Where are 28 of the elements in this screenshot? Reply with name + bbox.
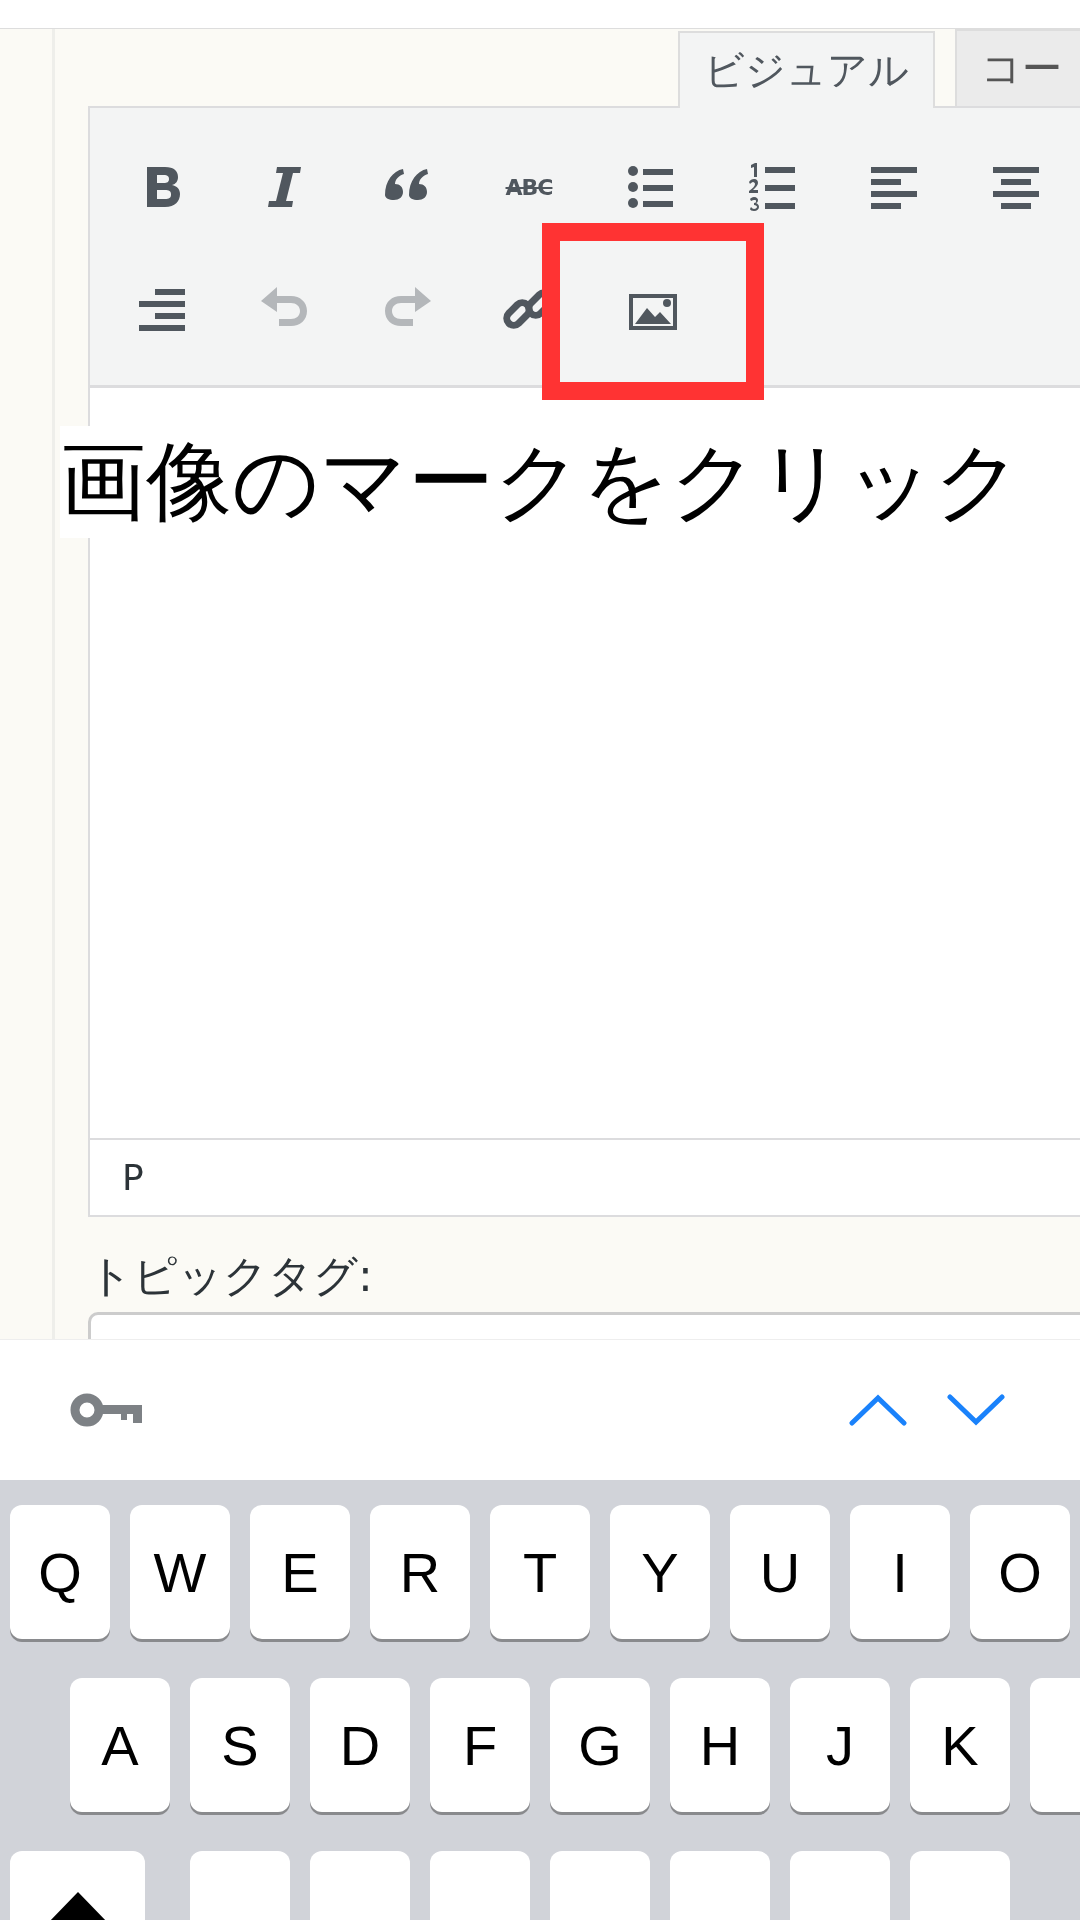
key-icon[interactable]	[70, 1393, 142, 1427]
key[interactable]: K	[910, 1678, 1010, 1812]
editor-tab[interactable]: コー	[955, 29, 1080, 106]
key[interactable]: Y	[610, 1505, 710, 1639]
field-label: トピックタグ:	[88, 1249, 374, 1303]
key[interactable]: J	[790, 1678, 890, 1812]
element-path[interactable]: P	[122, 1157, 144, 1198]
key[interactable]: E	[250, 1505, 350, 1639]
strikethrough-icon: ABC	[505, 174, 553, 200]
key[interactable]: A	[70, 1678, 170, 1812]
highlighted-toolbar-button[interactable]	[542, 223, 764, 400]
tag-input-field[interactable]	[88, 1312, 1080, 1339]
toolbar-button[interactable]: ABC	[468, 126, 590, 248]
key[interactable]: G	[550, 1678, 650, 1812]
key[interactable]: U	[730, 1505, 830, 1639]
key[interactable]: W	[130, 1505, 230, 1639]
chevron-down-icon	[947, 1394, 1005, 1426]
key[interactable]: H	[670, 1678, 770, 1812]
chevron-up-icon	[849, 1394, 907, 1426]
key[interactable]: D	[310, 1678, 410, 1812]
key[interactable]: R	[370, 1505, 470, 1639]
editor-tab[interactable]: ビジュアル	[678, 31, 935, 108]
key[interactable]: F	[430, 1678, 530, 1812]
key[interactable]: I	[850, 1505, 950, 1639]
key[interactable]: T	[490, 1505, 590, 1639]
key[interactable]: S	[190, 1678, 290, 1812]
key[interactable]: Q	[10, 1505, 110, 1639]
key[interactable]: O	[970, 1505, 1070, 1639]
